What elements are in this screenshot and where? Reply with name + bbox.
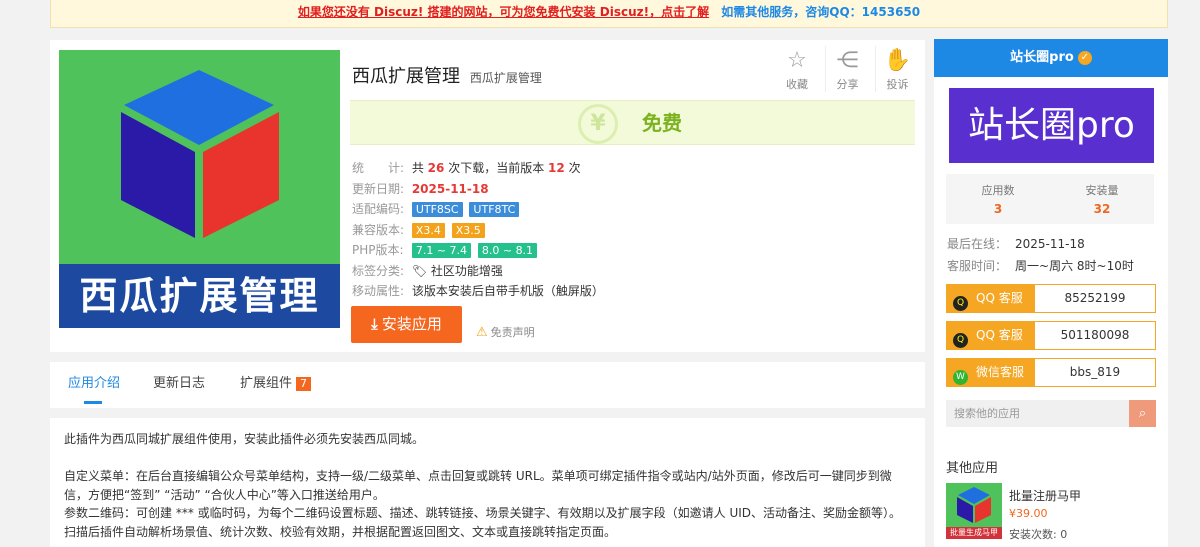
compat-tag: X3.4 — [411, 222, 445, 238]
encoding-tag: UTF8SC — [411, 202, 463, 217]
download-icon: ⤓ — [371, 315, 378, 333]
php-tag: 7.1 ~ 7.4 — [411, 243, 472, 258]
qq-service-button[interactable]: Q QQ 客服 85252199 — [946, 284, 1156, 313]
qq-service-button[interactable]: Q QQ 客服 501180098 — [946, 321, 1156, 350]
tab-changelog[interactable]: 更新日志 — [153, 362, 205, 408]
app-cover-image: 西瓜扩展管理 — [59, 50, 340, 328]
qq-icon: Q — [953, 333, 968, 348]
qq-icon: Q — [953, 296, 968, 311]
php-tag: 8.0 ~ 8.1 — [477, 243, 538, 258]
service-contact: 如需其他服务，咨询QQ：1453650 — [721, 5, 921, 19]
free-install-link[interactable]: 如果您还没有 Discuz! 搭建的网站，可为您免费代安装 Discuz!，点击… — [298, 5, 709, 19]
active-tab-indicator — [84, 401, 102, 404]
app-title: 西瓜扩展管理 — [352, 66, 460, 87]
developer-sidebar: 站长圈pro ✓ 站长圈pro 应用数 3 安装量 32 最后在线： 2025-11… — [934, 39, 1168, 547]
disclaimer-link[interactable]: ⚠ 免责声明 — [476, 324, 535, 340]
description-paragraph: 此插件为西瓜同城扩展组件使用，安装此插件必须先安装西瓜同城。 — [64, 432, 425, 446]
search-icon: ⌕ — [1138, 406, 1147, 421]
yen-coin-icon: ¥ — [578, 104, 618, 144]
tag-icon: 🏷 — [411, 263, 428, 278]
warning-icon: ⚠ — [476, 325, 488, 340]
extension-count-badge: 7 — [296, 377, 312, 391]
detail-tabs: 应用介绍 更新日志 扩展组件 7 — [50, 362, 925, 408]
install-button[interactable]: ⤓ 安装应用 — [351, 306, 462, 343]
wechat-service-button[interactable]: W 微信客服 bbs_819 — [946, 358, 1156, 387]
report-button[interactable]: ✋ 投诉 — [875, 46, 915, 92]
download-count: 26 — [427, 161, 445, 175]
description-paragraph: 自定义菜单：在后台直接编辑公众号菜单结构，支持一级/二级菜单、点击回复或跳转 U… — [64, 469, 892, 502]
app-title-row: 西瓜扩展管理 西瓜扩展管理 — [352, 62, 542, 88]
hand-icon: ✋ — [883, 48, 912, 73]
favorite-label: 收藏 — [786, 78, 808, 91]
share-label: 分享 — [836, 78, 859, 91]
developer-stats: 应用数 3 安装量 32 — [946, 174, 1154, 224]
cube-icon — [121, 70, 279, 238]
other-app-thumbnail[interactable]: 批量生成马甲 — [946, 483, 1002, 539]
wechat-icon: W — [953, 370, 968, 385]
developer-logo[interactable]: 站长圈pro — [949, 88, 1154, 163]
search-button[interactable]: ⌕ — [1129, 400, 1156, 427]
install-label: 安装应用 — [381, 315, 442, 333]
category-tag-link[interactable]: 社区功能增强 — [431, 264, 503, 278]
favorite-button[interactable]: ☆ 收藏 — [775, 46, 815, 92]
app-description: 此插件为西瓜同城扩展组件使用，安装此插件必须先安装西瓜同城。 自定义菜单：在后台… — [50, 418, 925, 547]
description-paragraph: 参数二维码：可创建 *** 或临时码，为每个二维码设置标题、描述、跳转链接、场景… — [64, 506, 902, 539]
cube-icon — [957, 487, 991, 523]
search-input[interactable]: 搜索他的应用 — [946, 400, 1129, 427]
app-actions: ☆ 收藏 ⋲ 分享 ✋ 投诉 — [765, 46, 915, 92]
info-stats: 统 计: 共 26 次下载，当前版本 12 次 — [352, 161, 581, 175]
app-cover-title: 西瓜扩展管理 — [59, 264, 340, 328]
app-info-list: 统 计: 共 26 次下载，当前版本 12 次 更新日期: 2025-11-18… — [352, 158, 604, 302]
apps-count-stat: 应用数 3 — [981, 184, 1015, 216]
developer-app-search: 搜索他的应用 ⌕ — [946, 400, 1156, 427]
report-label: 投诉 — [886, 78, 909, 91]
price-label: 免费 — [642, 111, 682, 135]
tab-extensions[interactable]: 扩展组件 7 — [240, 362, 312, 408]
info-encoding: 适配编码: UTF8SC UTF8TC — [352, 199, 604, 220]
info-php: PHP版本: 7.1 ~ 7.4 8.0 ~ 8.1 — [352, 240, 604, 261]
other-app-installs: 安装次数: 0 — [1009, 528, 1068, 541]
price-bar: ¥ 免费 — [350, 100, 915, 145]
app-subtitle: 西瓜扩展管理 — [469, 71, 542, 85]
other-app-badge: 批量生成马甲 — [946, 527, 1002, 539]
app-detail-card: 西瓜扩展管理 西瓜扩展管理 西瓜扩展管理 ☆ 收藏 ⋲ 分享 ✋ 投诉 ¥ 免费… — [50, 40, 925, 352]
last-online-row: 最后在线： 2025-11-18 — [947, 237, 1085, 251]
installs-count-stat: 安装量 32 — [1085, 184, 1119, 216]
verified-icon: ✓ — [1077, 51, 1092, 65]
other-app-price: ¥39.00 — [1009, 507, 1048, 520]
share-icon: ⋲ — [836, 48, 859, 73]
encoding-tag: UTF8TC — [469, 202, 520, 217]
info-update-date: 更新日期: 2025-11-18 — [352, 181, 489, 196]
info-compat: 兼容版本: X3.4 X3.5 — [352, 220, 604, 241]
top-notice-bar: 如果您还没有 Discuz! 搭建的网站，可为您免费代安装 Discuz!，点击… — [50, 0, 1168, 28]
info-tags: 标签分类: 🏷 社区功能增强 — [352, 263, 503, 278]
compat-tag: X3.5 — [451, 222, 485, 238]
star-icon: ☆ — [787, 48, 807, 73]
service-time-row: 客服时间： 周一~周六 8时~10时 — [947, 259, 1134, 273]
other-apps-title: 其他应用 — [946, 461, 999, 476]
mobile-value: 该版本安装后自带手机版（触屏版） — [411, 284, 604, 298]
info-mobile: 移动属性: 该版本安装后自带手机版（触屏版） — [352, 284, 604, 298]
tab-intro[interactable]: 应用介绍 — [68, 362, 120, 408]
developer-name-header[interactable]: 站长圈pro ✓ — [934, 39, 1168, 77]
update-date-value: 2025-11-18 — [411, 181, 489, 196]
version-download-count: 12 — [548, 161, 565, 175]
other-app-name[interactable]: 批量注册马甲 — [1009, 487, 1149, 504]
share-button[interactable]: ⋲ 分享 — [825, 46, 865, 92]
